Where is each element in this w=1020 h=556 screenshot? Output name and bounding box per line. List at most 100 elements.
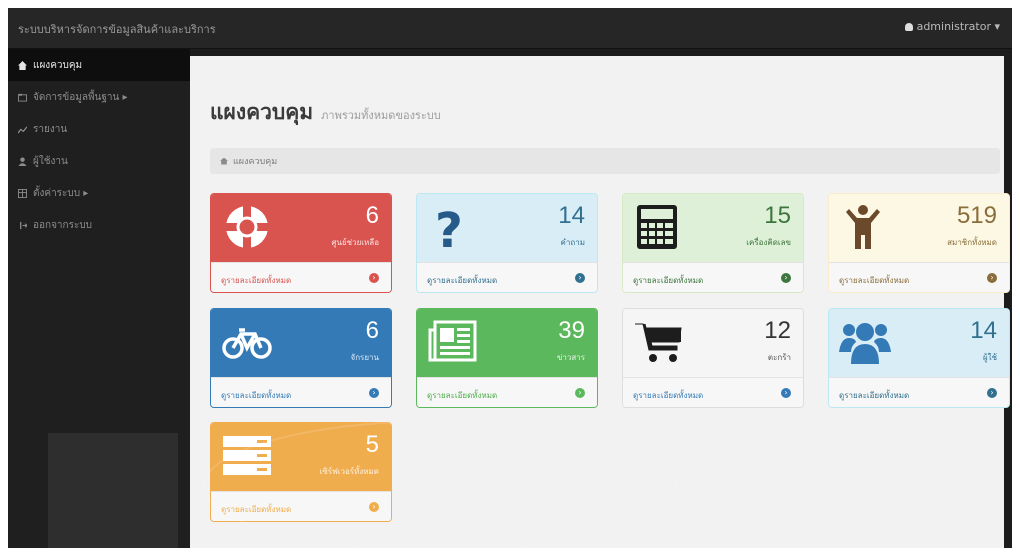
page-title: แผงควบคุม: [210, 101, 314, 124]
sidebar-item-logout[interactable]: ออกจากระบบ: [8, 209, 190, 241]
view-details-link[interactable]: ดูรายละเอียดทั้งหมด: [221, 503, 291, 516]
stat-panel-calculator[interactable]: 15 เครื่องคิดเลข ดูรายละเอียดทั้งหมด ›: [622, 193, 804, 293]
arrow-right-icon: ›: [575, 388, 585, 398]
panel-count: 5: [365, 431, 379, 458]
svg-text:?: ?: [435, 203, 463, 251]
calculator-icon: [633, 203, 685, 251]
panel-footer[interactable]: ดูรายละเอียดทั้งหมด ›: [211, 377, 391, 407]
panel-label: ผู้ใช้: [982, 353, 997, 362]
sidebar-item-dashboard[interactable]: แผงควบคุม: [8, 49, 190, 81]
sidebar-item-label: ตั้งค่าระบบ ▸: [33, 187, 89, 199]
sidebar-item-label: จัดการข้อมูลพื้นฐาน ▸: [33, 91, 128, 103]
view-details-link[interactable]: ดูรายละเอียดทั้งหมด: [221, 389, 291, 402]
watermark-shade: [48, 433, 178, 548]
sidebar-item-label: รายงาน: [33, 123, 68, 135]
arrow-right-icon: ›: [369, 273, 379, 283]
view-details-link[interactable]: ดูรายละเอียดทั้งหมด: [839, 274, 909, 287]
sidebar-item-basic-data[interactable]: จัดการข้อมูลพื้นฐาน ▸: [8, 81, 190, 113]
main-content: แผงควบคุม ภาพรวมทั้งหมดของระบบ แผงควบคุม…: [190, 56, 1010, 548]
arrow-right-icon: ›: [781, 273, 791, 283]
stat-panel-help[interactable]: 6 ศูนย์ช่วยเหลือ ดูรายละเอียดทั้งหมด ›: [210, 193, 392, 293]
panel-count: 519: [956, 202, 997, 229]
arrow-right-icon: ›: [987, 273, 997, 283]
panel-heading: 519 สมาชิกทั้งหมด: [829, 194, 1009, 262]
panel-label: ข่าวสาร: [556, 353, 585, 362]
panel-heading: 14 ผู้ใช้: [829, 309, 1009, 377]
newspaper-icon: [427, 318, 479, 366]
panel-count: 39: [558, 317, 585, 344]
panel-label: ตะกร้า: [767, 353, 791, 362]
stat-panel-news[interactable]: 39 ข่าวสาร ดูรายละเอียดทั้งหมด ›: [416, 308, 598, 408]
view-details-link[interactable]: ดูรายละเอียดทั้งหมด: [427, 274, 497, 287]
panel-heading: 5 เซิร์ฟเวอร์ทั้งหมด: [211, 423, 391, 491]
stat-panel-servers[interactable]: 5 เซิร์ฟเวอร์ทั้งหมด ดูรายละเอียดทั้งหมด…: [210, 422, 392, 522]
breadcrumb: แผงควบคุม: [210, 148, 1000, 174]
logout-icon: [18, 221, 27, 230]
breadcrumb-item[interactable]: แผงควบคุม: [233, 154, 277, 168]
panel-footer[interactable]: ดูรายละเอียดทั้งหมด ›: [417, 377, 597, 407]
stat-panel-bicycles[interactable]: 6 จักรยาน ดูรายละเอียดทั้งหมด ›: [210, 308, 392, 408]
stat-panel-cart[interactable]: 12 ตะกร้า ดูรายละเอียดทั้งหมด ›: [622, 308, 804, 408]
brand-title[interactable]: ระบบบริหารจัดการข้อมูลสินค้าและบริการ: [18, 20, 488, 38]
panel-label: สมาชิกทั้งหมด: [947, 238, 997, 247]
panel-heading: 6 จักรยาน: [211, 309, 391, 377]
life-ring-icon: [221, 203, 273, 251]
panel-heading: 12 ตะกร้า: [623, 309, 803, 377]
user-menu-label: administrator ▾: [916, 20, 1000, 33]
panel-footer[interactable]: ดูรายละเอียดทั้งหมด ›: [829, 262, 1009, 292]
panel-footer[interactable]: ดูรายละเอียดทั้งหมด ›: [829, 377, 1009, 407]
child-icon: [839, 203, 891, 251]
sidebar-item-users[interactable]: ผู้ใช้งาน: [8, 145, 190, 177]
panel-heading: 15 เครื่องคิดเลข: [623, 194, 803, 262]
arrow-right-icon: ›: [369, 502, 379, 512]
home-icon: [18, 60, 27, 70]
chart-icon: [18, 125, 27, 134]
panel-count: 14: [970, 317, 997, 344]
view-details-link[interactable]: ดูรายละเอียดทั้งหมด: [427, 389, 497, 402]
panel-footer[interactable]: ดูรายละเอียดทั้งหมด ›: [623, 377, 803, 407]
panel-footer[interactable]: ดูรายละเอียดทั้งหมด ›: [417, 262, 597, 292]
panel-footer[interactable]: ดูรายละเอียดทั้งหมด ›: [211, 491, 391, 521]
panel-heading: ? 14 คำถาม: [417, 194, 597, 262]
stat-panel-questions[interactable]: ? 14 คำถาม ดูรายละเอียดทั้งหมด ›: [416, 193, 598, 293]
bicycle-icon: [221, 318, 273, 366]
users-icon: [839, 318, 891, 366]
sidebar-item-settings[interactable]: ตั้งค่าระบบ ▸: [8, 177, 190, 209]
arrow-right-icon: ›: [369, 388, 379, 398]
view-details-link[interactable]: ดูรายละเอียดทั้งหมด: [221, 274, 291, 287]
folder-icon: [18, 93, 27, 102]
home-icon: [220, 157, 228, 165]
panel-footer[interactable]: ดูรายละเอียดทั้งหมด ›: [623, 262, 803, 292]
arrow-right-icon: ›: [781, 388, 791, 398]
stat-panel-users[interactable]: 14 ผู้ใช้ ดูรายละเอียดทั้งหมด ›: [828, 308, 1010, 408]
user-menu[interactable]: administrator ▾: [904, 20, 1000, 33]
server-icon: [221, 432, 273, 480]
arrow-right-icon: ›: [575, 273, 585, 283]
panel-label: เซิร์ฟเวอร์ทั้งหมด: [319, 467, 379, 476]
user-icon: [18, 156, 27, 166]
panel-count: 6: [365, 317, 379, 344]
question-icon: ?: [427, 203, 479, 259]
arrow-right-icon: ›: [987, 388, 997, 398]
stat-panel-members[interactable]: 519 สมาชิกทั้งหมด ดูรายละเอียดทั้งหมด ›: [828, 193, 1010, 293]
table-icon: [18, 188, 27, 198]
panel-label: ศูนย์ช่วยเหลือ: [331, 238, 379, 247]
view-details-link[interactable]: ดูรายละเอียดทั้งหมด: [839, 389, 909, 402]
sidebar-item-label: ผู้ใช้งาน: [33, 155, 68, 167]
panel-heading: 39 ข่าวสาร: [417, 309, 597, 377]
panel-label: คำถาม: [560, 238, 585, 247]
panel-heading: 6 ศูนย์ช่วยเหลือ: [211, 194, 391, 262]
panel-count: 6: [365, 202, 379, 229]
view-details-link[interactable]: ดูรายละเอียดทั้งหมด: [633, 274, 703, 287]
sidebar-item-reports[interactable]: รายงาน: [8, 113, 190, 145]
app-window: ระบบบริหารจัดการข้อมูลสินค้าและบริการ ad…: [8, 8, 1012, 548]
page-subtitle: ภาพรวมทั้งหมดของระบบ: [321, 109, 441, 122]
panel-footer[interactable]: ดูรายละเอียดทั้งหมด ›: [211, 262, 391, 292]
panel-count: 15: [764, 202, 791, 229]
panel-count: 14: [558, 202, 585, 229]
view-details-link[interactable]: ดูรายละเอียดทั้งหมด: [633, 389, 703, 402]
top-navbar: ระบบบริหารจัดการข้อมูลสินค้าและบริการ ad…: [8, 8, 1012, 49]
sidebar-item-label: ออกจากระบบ: [33, 219, 93, 231]
panel-label: เครื่องคิดเลข: [746, 238, 791, 247]
page-header: แผงควบคุม ภาพรวมทั้งหมดของระบบ: [210, 96, 441, 129]
